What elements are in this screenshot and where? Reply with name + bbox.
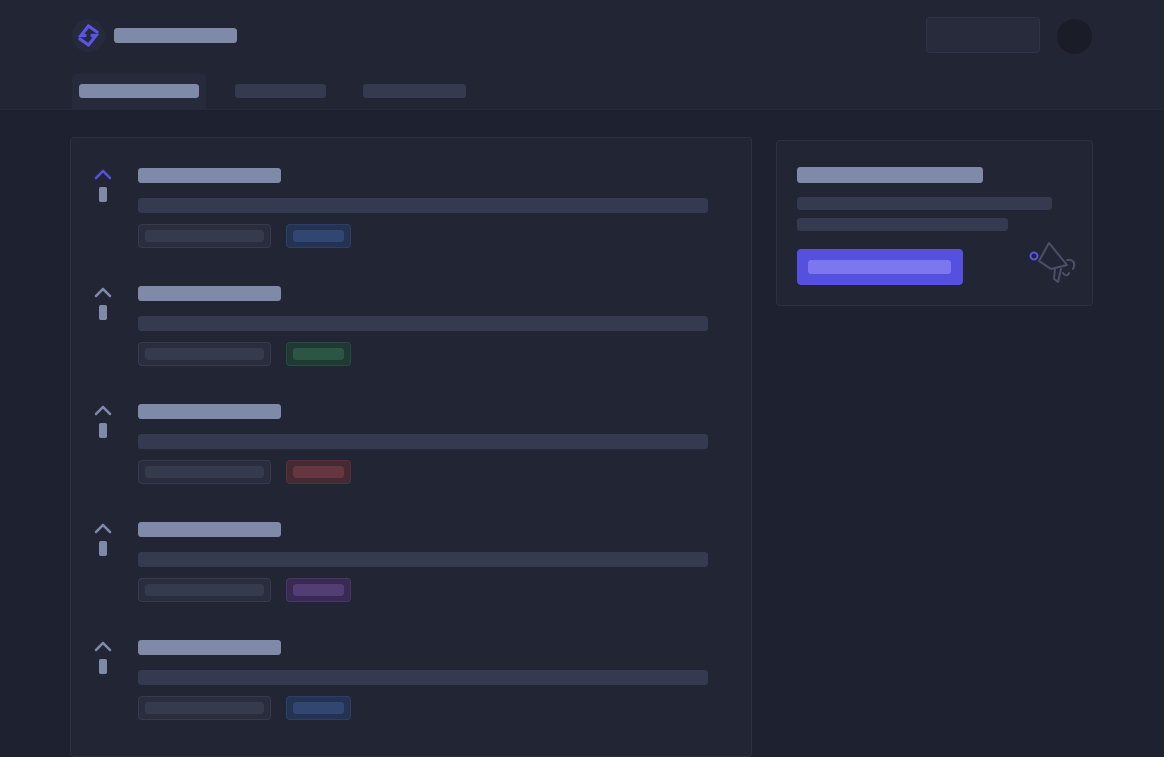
vote-count [99,187,107,202]
chevron-up-icon[interactable] [93,167,113,181]
status-badge-label [293,348,344,360]
meta-chip [138,696,271,720]
vote-count [99,659,107,674]
status-badge [286,696,351,720]
status-badge [286,224,351,248]
tab-label [235,84,326,98]
vote-count [99,541,107,556]
sidebar-card-description [797,218,1008,231]
item-description [138,434,708,449]
item-title[interactable] [138,168,281,183]
tab-1[interactable] [72,74,206,110]
item-description [138,316,708,331]
meta-chip [138,578,271,602]
list-item[interactable] [71,257,751,375]
header-action-button[interactable] [926,17,1040,53]
feature-list [70,137,752,757]
app-title [114,28,237,43]
item-description [138,552,708,567]
vote-count [99,305,107,320]
meta-chip-label [145,466,264,478]
top-header [0,0,1164,110]
chevron-up-icon[interactable] [93,403,113,417]
meta-chip-label [145,348,264,360]
tab-3[interactable] [356,74,486,110]
item-title[interactable] [138,286,281,301]
status-badge [286,578,351,602]
item-title[interactable] [138,404,281,419]
status-badge-label [293,230,344,242]
tab-label [363,84,466,98]
megaphone-icon [1029,242,1076,283]
tab-label [79,84,199,98]
avatar[interactable] [1057,19,1092,54]
chevron-up-icon[interactable] [93,285,113,299]
logo-icon[interactable] [72,19,105,52]
status-badge-label [293,702,344,714]
meta-chip [138,342,271,366]
sidebar-card-title [797,167,983,183]
meta-chip [138,224,271,248]
meta-chip-label [145,230,264,242]
list-item[interactable] [71,139,751,257]
item-description [138,198,708,213]
cta-button[interactable] [797,249,963,285]
list-item[interactable] [71,375,751,493]
sidebar-card [776,140,1093,306]
meta-chip [138,460,271,484]
chevron-up-icon[interactable] [93,639,113,653]
status-badge [286,460,351,484]
item-title[interactable] [138,522,281,537]
status-badge-label [293,466,344,478]
item-description [138,670,708,685]
vote-count [99,423,107,438]
chevron-up-icon[interactable] [93,521,113,535]
sidebar-card-description [797,197,1052,210]
cta-button-label [808,260,951,274]
list-item[interactable] [71,493,751,611]
tab-2[interactable] [228,74,338,110]
meta-chip-label [145,584,264,596]
list-item[interactable] [71,611,751,729]
status-badge [286,342,351,366]
status-badge-label [293,584,344,596]
meta-chip-label [145,702,264,714]
item-title[interactable] [138,640,281,655]
